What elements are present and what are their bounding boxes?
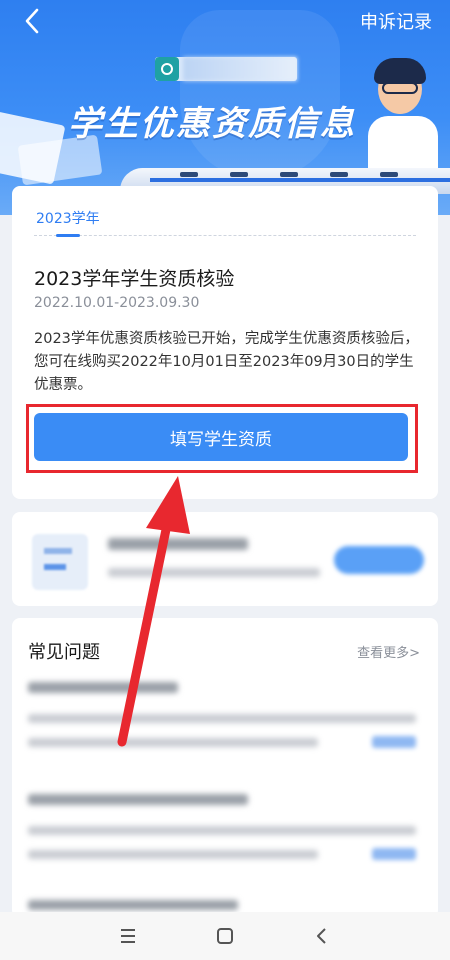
shield-decoration bbox=[180, 10, 340, 180]
home-square-icon[interactable] bbox=[213, 924, 237, 948]
guide-button[interactable] bbox=[334, 546, 424, 574]
hero-banner: 申诉记录 学生优惠资质信息 bbox=[0, 0, 450, 215]
document-icon bbox=[32, 534, 88, 590]
back-button[interactable] bbox=[22, 6, 52, 36]
faq-answer bbox=[28, 714, 416, 723]
blurred-badge-text bbox=[183, 57, 297, 81]
page-title: 学生优惠资质信息 bbox=[68, 104, 356, 144]
menu-icon[interactable] bbox=[116, 924, 140, 948]
faq-card: 常见问题 查看更多> bbox=[12, 618, 438, 918]
check-title: 2023学年学生资质核验 bbox=[34, 268, 235, 290]
faq-answer bbox=[28, 850, 318, 859]
faq-expand-link[interactable] bbox=[372, 848, 416, 860]
railway-logo bbox=[155, 57, 179, 81]
railway-badge bbox=[155, 57, 297, 81]
guide-card[interactable] bbox=[12, 512, 438, 606]
fill-qualification-button[interactable]: 填写学生资质 bbox=[34, 413, 408, 461]
check-period: 2022.10.01-2023.09.30 bbox=[34, 295, 200, 311]
faq-more-link[interactable]: 查看更多> bbox=[357, 642, 420, 661]
system-nav-bar bbox=[0, 912, 450, 960]
appeal-records-link[interactable]: 申诉记录 bbox=[360, 8, 432, 34]
chevron-left-icon bbox=[25, 8, 39, 34]
tab-year[interactable]: 2023学年 bbox=[36, 208, 100, 228]
check-description: 2023学年优惠资质核验已开始，完成学生优惠资质核验后，您可在线购买2022年1… bbox=[34, 331, 419, 393]
faq-answer bbox=[28, 738, 318, 747]
divider bbox=[34, 235, 416, 236]
blurred-text bbox=[108, 568, 320, 577]
faq-question[interactable] bbox=[28, 794, 248, 805]
faq-expand-link[interactable] bbox=[372, 736, 416, 748]
faq-title: 常见问题 bbox=[28, 642, 100, 663]
tab-indicator bbox=[56, 234, 80, 237]
faq-question[interactable] bbox=[28, 682, 178, 693]
faq-answer bbox=[28, 826, 416, 835]
back-triangle-icon[interactable] bbox=[310, 924, 334, 948]
blurred-text bbox=[108, 538, 248, 550]
faq-question[interactable] bbox=[28, 900, 238, 910]
